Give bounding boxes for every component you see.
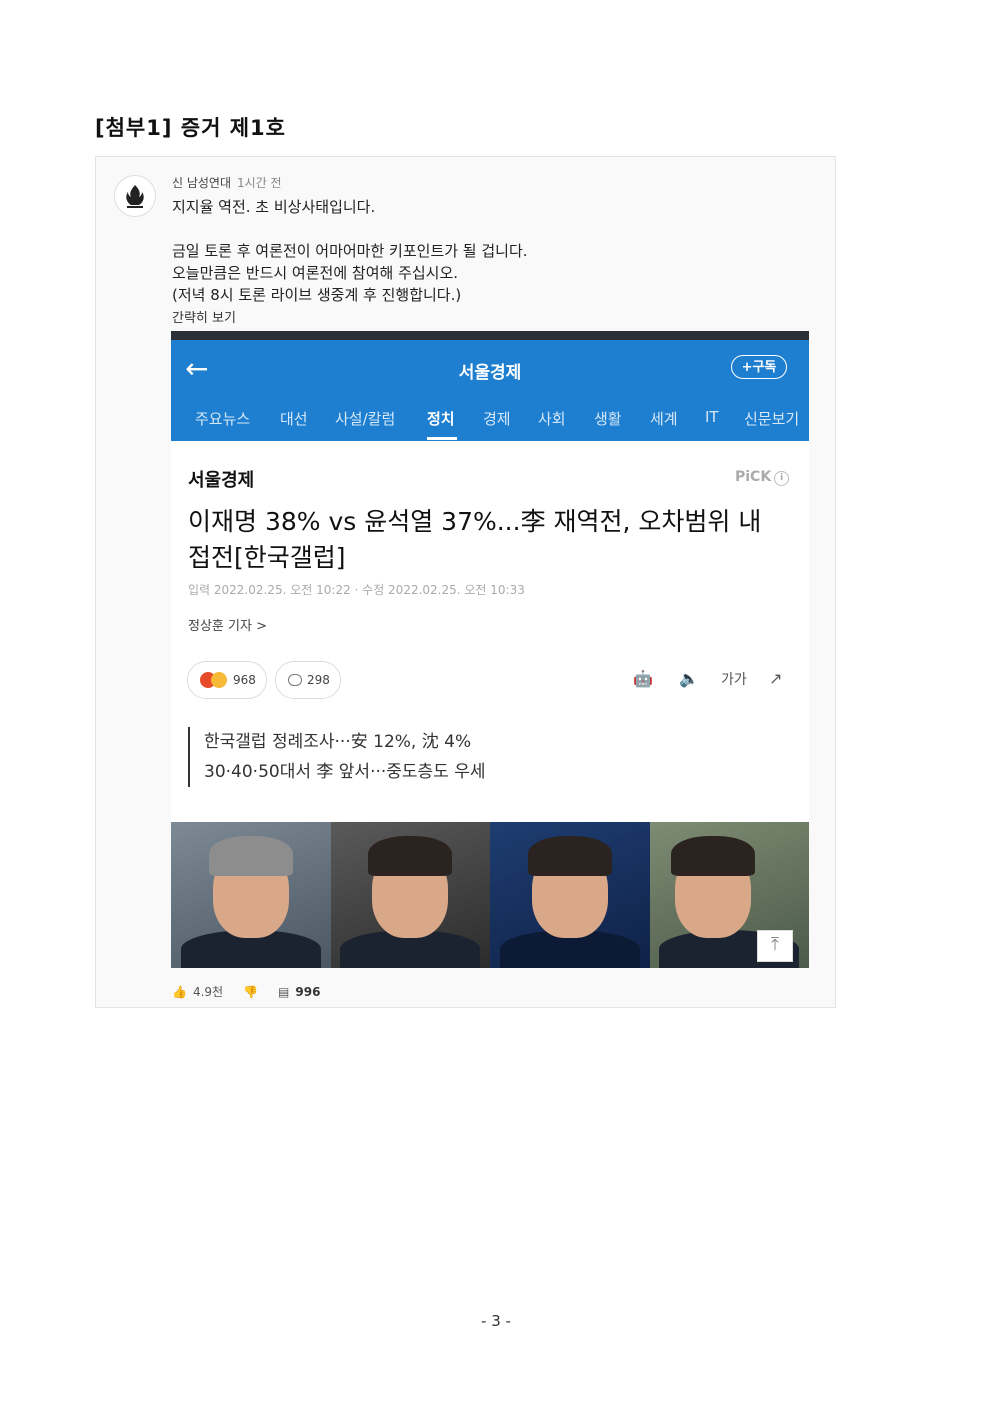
candidate-photo <box>330 822 490 968</box>
article-summary: 한국갤럽 정례조사···安 12%, 沈 4% 30·40·50대서 李 앞서·… <box>188 727 486 787</box>
tab-election[interactable]: 대선 <box>280 408 308 429</box>
candidate-photo: ⤒ <box>649 822 809 968</box>
comment-icon <box>288 674 302 686</box>
comments-button[interactable]: 298 <box>275 661 341 699</box>
category-tabs: 주요뉴스 대선 사설/칼럼 정치 경제 사회 생활 세계 IT 신문보기 <box>171 395 809 441</box>
active-tab-indicator <box>427 437 457 440</box>
post-body: 지지율 역전. 초 비상사태입니다. 금일 토론 후 여론전이 어마어마한 키포… <box>172 196 528 306</box>
comment-icon[interactable]: ▤ <box>278 985 289 999</box>
article-headline: 이재명 38% vs 윤석열 37%...李 재역전, 오차범위 내 접전[한국… <box>188 507 762 572</box>
post-line: 금일 토론 후 여론전이 어마어마한 키포인트가 될 겁니다. <box>172 242 528 260</box>
tab-it[interactable]: IT <box>705 408 719 426</box>
reactions-button[interactable]: 968 <box>187 661 267 699</box>
tab-main-news[interactable]: 주요뉴스 <box>195 408 250 429</box>
candidate-photo <box>171 822 331 968</box>
pick-badge: PiCK i <box>735 469 790 486</box>
tab-life[interactable]: 생활 <box>594 408 622 429</box>
article-screenshot[interactable]: ← 서울경제 +구독 주요뉴스 대선 사설/칼럼 정치 경제 사회 생활 세계 … <box>171 331 809 968</box>
tab-society[interactable]: 사회 <box>538 408 566 429</box>
press-name[interactable]: 서울경제 <box>188 466 254 492</box>
author-name[interactable]: 신 남성연대 <box>172 176 231 190</box>
share-icon[interactable]: ↗ <box>769 669 782 688</box>
document-title: [첨부1] 증거 제1호 <box>95 116 286 140</box>
tab-economy[interactable]: 경제 <box>483 408 511 429</box>
author-avatar[interactable] <box>114 175 156 217</box>
see-short-link[interactable]: 간략히 보기 <box>172 307 236 326</box>
dislike-icon[interactable]: 👎 <box>243 985 258 999</box>
laugh-emoji-icon <box>211 672 227 688</box>
post-header: 신 남성연대 1시간 전 <box>172 174 282 191</box>
like-icon[interactable]: 👍 <box>172 985 187 999</box>
flame-logo-icon <box>126 185 144 208</box>
info-icon[interactable]: i <box>774 471 790 486</box>
post-line: (저녁 8시 토론 라이브 생중계 후 진행합니다.) <box>172 286 462 304</box>
comment-count: 298 <box>307 673 330 687</box>
comment-count: 996 <box>295 984 321 999</box>
post-footer: 👍 4.9천 👎 ▤ 996 <box>172 983 326 1000</box>
tab-world[interactable]: 세계 <box>650 408 678 429</box>
app-name: 서울경제 <box>458 363 522 383</box>
app-bar: ← 서울경제 +구독 주요뉴스 대선 사설/칼럼 정치 경제 사회 생활 세계 … <box>171 331 809 441</box>
page-number: - 3 - <box>481 1312 511 1330</box>
candidate-photo <box>490 822 650 968</box>
post-line: 지지율 역전. 초 비상사태입니다. <box>172 198 376 216</box>
tab-politics[interactable]: 정치 <box>427 408 455 429</box>
reporter-link[interactable]: 정상훈 기자 > <box>188 615 267 634</box>
post-time: 1시간 전 <box>237 176 282 190</box>
like-count: 4.9천 <box>192 985 224 999</box>
tab-newspaper[interactable]: 신문보기 <box>744 408 799 429</box>
tab-editorial[interactable]: 사설/칼럼 <box>335 408 395 429</box>
font-size-icon[interactable]: 가가 <box>721 669 747 689</box>
article-dates: 입력 2022.02.25. 오전 10:22 · 수정 2022.02.25.… <box>188 583 525 597</box>
candidate-photos: ⤒ <box>171 822 809 968</box>
subscribe-button[interactable]: +구독 <box>731 355 787 379</box>
scroll-to-top-icon[interactable]: ⤒ <box>757 930 793 962</box>
robot-summary-icon[interactable]: 🤖 <box>633 669 653 688</box>
post-line: 오늘만큼은 반드시 여론전에 참여해 주십시오. <box>172 264 459 282</box>
community-post: 신 남성연대 1시간 전 지지율 역전. 초 비상사태입니다. 금일 토론 후 여… <box>95 156 836 1008</box>
reaction-count: 968 <box>233 673 256 687</box>
status-bar <box>171 331 809 340</box>
speaker-icon[interactable]: 🔈 <box>679 669 699 688</box>
